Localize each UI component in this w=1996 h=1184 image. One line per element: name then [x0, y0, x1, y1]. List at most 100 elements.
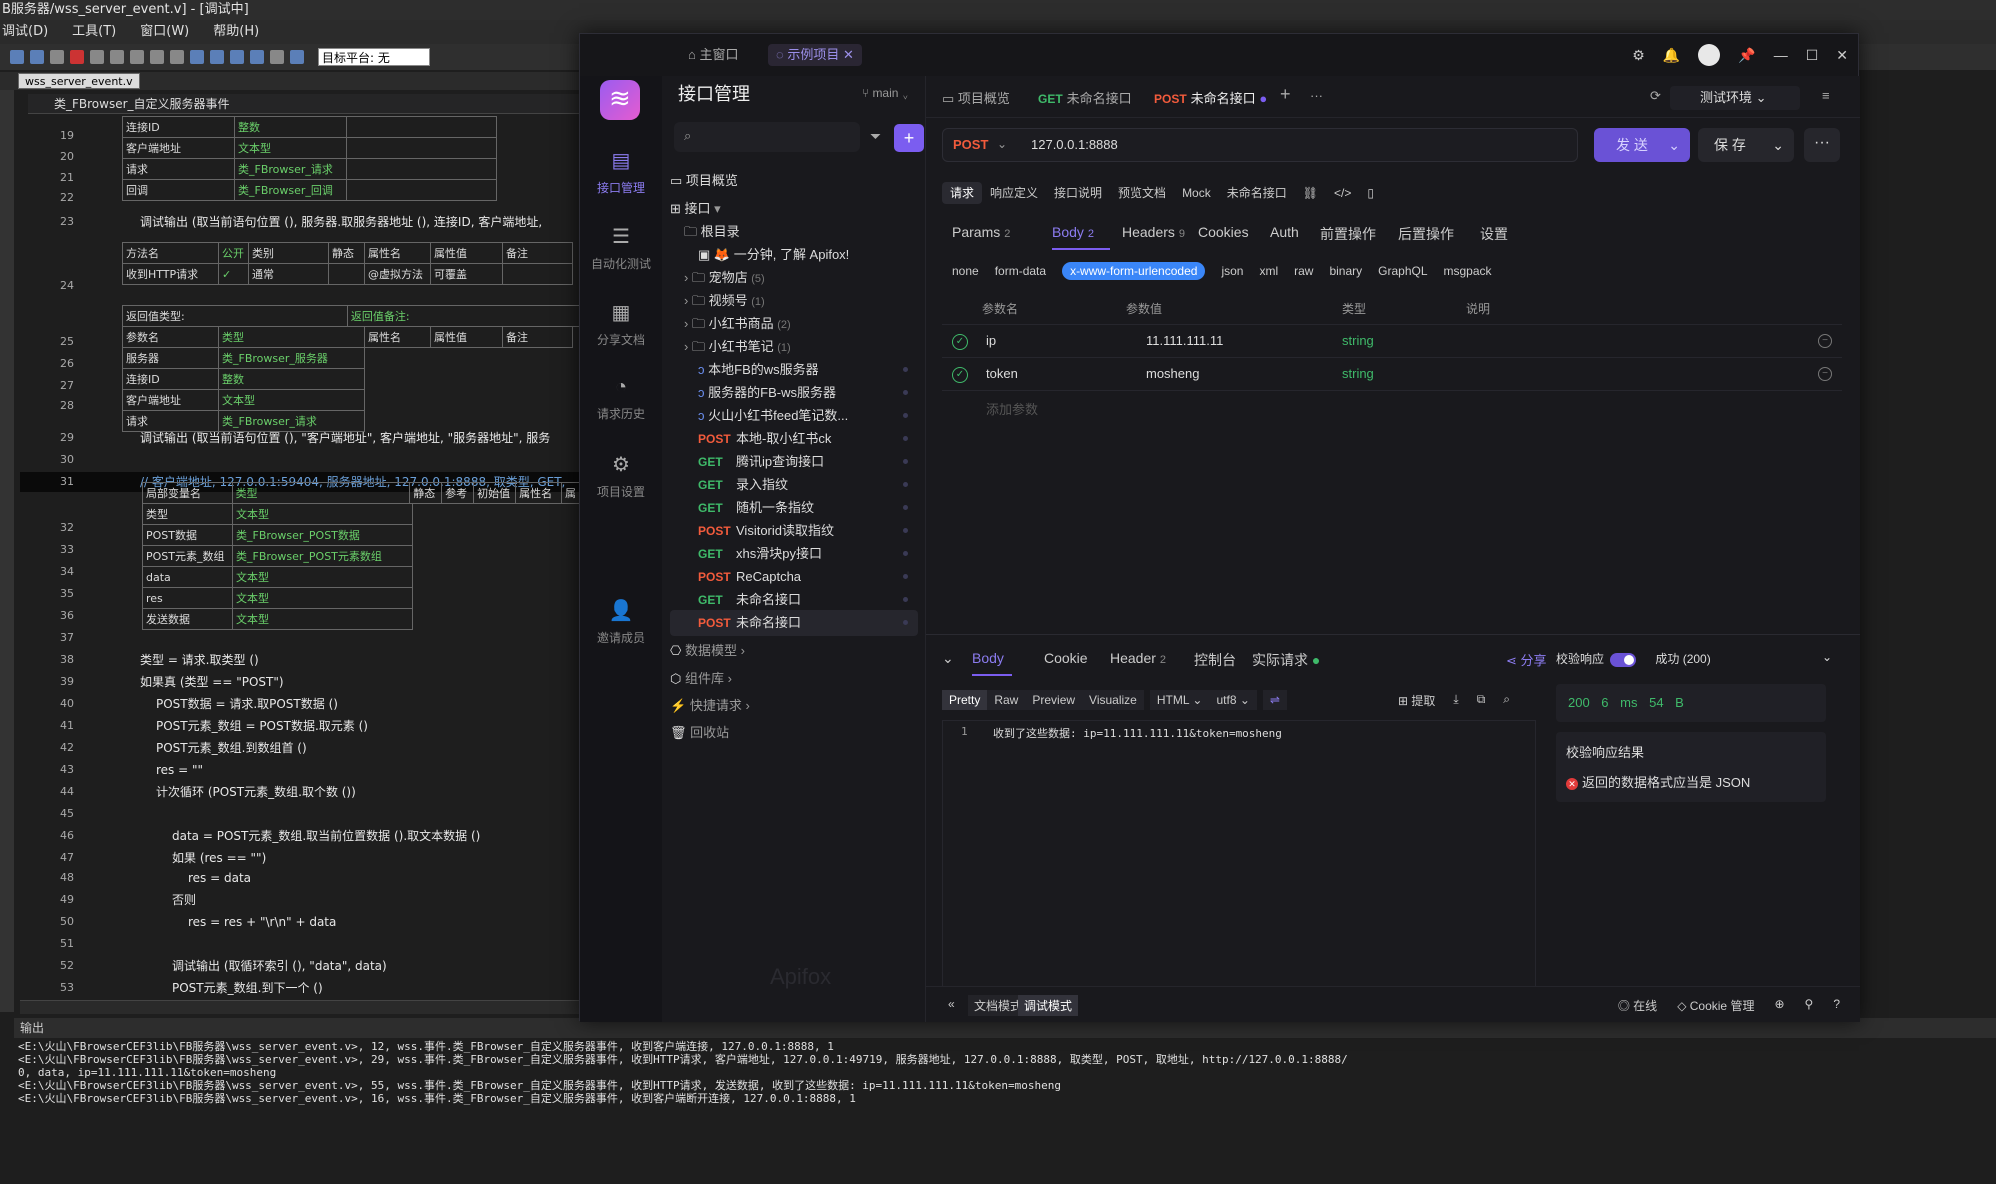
- horizontal-scrollbar[interactable]: [20, 1000, 580, 1014]
- code-text[interactable]: POST数据 = 请求.取POST数据 (): [156, 694, 338, 714]
- toolbar-icon[interactable]: [210, 50, 224, 64]
- code-text[interactable]: 否则: [172, 890, 196, 910]
- send-button[interactable]: 发 送 ⌄: [1594, 128, 1690, 162]
- table-cell[interactable]: [346, 137, 497, 159]
- response-tab[interactable]: Header 2: [1110, 650, 1166, 666]
- wrap-icon[interactable]: ⇌: [1262, 690, 1287, 710]
- code-text[interactable]: 调试输出 (取当前语句位置 (), 服务器.取服务器地址 (), 连接ID, 客…: [140, 212, 542, 232]
- branch-select[interactable]: ⑂ main ⌄: [862, 86, 909, 100]
- body-type-option[interactable]: raw: [1294, 264, 1313, 278]
- doc-tab-post[interactable]: POST 未命名接口 ●: [1154, 88, 1267, 107]
- table-cell[interactable]: 请求: [122, 410, 219, 432]
- copy-icon[interactable]: ⧉: [1477, 692, 1486, 709]
- method-select[interactable]: POST: [953, 137, 988, 152]
- subtab-response-def[interactable]: 响应定义: [982, 182, 1046, 204]
- body-type-option[interactable]: json: [1221, 264, 1243, 278]
- code-text[interactable]: 如果 (res == ""): [172, 848, 266, 868]
- toolbar-icon[interactable]: [190, 50, 204, 64]
- table-cell[interactable]: 类型: [218, 326, 365, 348]
- sidebar-item-recycle[interactable]: 🗑 回收站: [670, 720, 918, 746]
- more-tabs-icon[interactable]: ···: [1310, 88, 1323, 103]
- body-type-option[interactable]: x-www-form-urlencoded: [1062, 262, 1206, 280]
- filter-icon[interactable]: ⏷: [870, 128, 881, 145]
- table-row[interactable]: 参数名 类型 属性名 属性值 备注: [122, 326, 573, 348]
- table-row[interactable]: ✓ token mosheng string −: [942, 357, 1842, 390]
- settings-icon[interactable]: ⚙: [1632, 47, 1645, 64]
- table-cell[interactable]: 属性名: [515, 482, 562, 504]
- nav-invite[interactable]: 👤 邀请成员: [580, 598, 662, 646]
- table-cell[interactable]: 备注: [502, 242, 573, 264]
- toolbar-icon[interactable]: [230, 50, 244, 64]
- table-cell[interactable]: 返回值类型:: [122, 305, 348, 327]
- table-cell[interactable]: 服务器: [122, 347, 219, 369]
- table-row[interactable]: 请求 类_FBrowser_请求: [122, 410, 365, 432]
- response-tab[interactable]: 控制台: [1194, 650, 1236, 670]
- toolbar-icon[interactable]: [290, 50, 304, 64]
- table-cell[interactable]: [328, 263, 365, 285]
- response-tab[interactable]: Cookie: [1044, 650, 1088, 666]
- param-tab[interactable]: 前置操作: [1320, 224, 1380, 244]
- body-type-option[interactable]: xml: [1259, 264, 1278, 278]
- sidebar-search-input[interactable]: ⌕: [674, 122, 860, 152]
- table-cell[interactable]: 属性值: [430, 326, 503, 348]
- table-row[interactable]: 连接ID 整数: [122, 116, 497, 138]
- table-row-add[interactable]: 添加参数: [942, 390, 1842, 423]
- table-cell[interactable]: 类型: [142, 503, 233, 525]
- table-cell[interactable]: 文本型: [232, 587, 413, 609]
- sidebar-item-data-model[interactable]: ⎔ 数据模型 ›: [670, 638, 918, 664]
- nav-project-settings[interactable]: ⚙ 项目设置: [580, 452, 662, 500]
- table-row[interactable]: data 文本型: [142, 566, 413, 588]
- search-icon[interactable]: ⌕: [1503, 692, 1510, 709]
- table-cell[interactable]: 类_FBrowser_请求: [218, 410, 365, 432]
- param-tab[interactable]: Cookies: [1198, 224, 1253, 240]
- nav-history[interactable]: ◔ 请求历史: [580, 376, 662, 422]
- code-line[interactable]: 41 POST元素_数组 = POST数据.取元素 (): [20, 716, 580, 736]
- nav-api-management[interactable]: ▤ 接口管理: [580, 148, 662, 196]
- table-cell[interactable]: 文本型: [232, 608, 413, 630]
- check-icon[interactable]: ✓: [952, 334, 968, 350]
- table-row[interactable]: 方法名 公开 类别 静态 属性名 属性值 备注: [122, 242, 573, 264]
- table-cell[interactable]: 局部变量名: [142, 482, 233, 504]
- download-icon[interactable]: ⤓: [1453, 692, 1458, 709]
- code-line[interactable]: 40 POST数据 = 请求.取POST数据 (): [20, 694, 580, 714]
- table-cell[interactable]: 发送数据: [142, 608, 233, 630]
- tab-home[interactable]: ⌂ 主窗口: [680, 44, 746, 66]
- table-cell[interactable]: @虚拟方法: [364, 263, 431, 285]
- body-type-option[interactable]: binary: [1329, 264, 1362, 278]
- code-line[interactable]: 44 计次循环 (POST元素_数组.取个数 ()): [20, 782, 580, 802]
- table-cell[interactable]: 客户端地址: [122, 389, 219, 411]
- table-cell[interactable]: 连接ID: [122, 116, 235, 138]
- table-cell[interactable]: 属: [560, 482, 580, 504]
- table-cell[interactable]: 方法名: [122, 242, 219, 264]
- table-cell[interactable]: 备注: [502, 326, 573, 348]
- code-text[interactable]: POST元素_数组 = POST数据.取元素 (): [156, 716, 368, 736]
- help-icon[interactable]: [30, 50, 44, 64]
- param-tab[interactable]: Auth: [1270, 224, 1303, 240]
- table-row[interactable]: POST数据 类_FBrowser_POST数据: [142, 524, 413, 546]
- code-line[interactable]: 45: [20, 804, 580, 824]
- table-cell[interactable]: data: [142, 566, 233, 588]
- table-cell[interactable]: 返回值备注:: [346, 305, 580, 327]
- cookie-manager[interactable]: ◇ Cookie 管理: [1677, 997, 1754, 1014]
- code-line[interactable]: 50 res = res + "\r\n" + data: [20, 912, 580, 932]
- table-cell[interactable]: POST元素_数组: [142, 545, 233, 567]
- code-line[interactable]: 48 res = data: [20, 868, 580, 888]
- menu-help[interactable]: 帮助(H): [213, 20, 259, 44]
- code-text[interactable]: res = data: [188, 868, 251, 888]
- add-param-placeholder[interactable]: 添加参数: [986, 399, 1038, 418]
- code-line[interactable]: 23 调试输出 (取当前语句位置 (), 服务器.取服务器地址 (), 连接ID,…: [20, 212, 580, 232]
- link-icon[interactable]: ⛓: [1295, 182, 1326, 204]
- table-cell[interactable]: 可覆盖: [430, 263, 503, 285]
- toolbar-icon[interactable]: [250, 50, 264, 64]
- environment-select[interactable]: 测试环境 ⌄: [1670, 86, 1800, 110]
- table-row[interactable]: 回调 类_FBrowser_回调: [122, 179, 497, 201]
- code-text[interactable]: POST元素_数组.到数组首 (): [156, 738, 307, 758]
- code-line[interactable]: 47 如果 (res == ""): [20, 848, 580, 868]
- param-type[interactable]: string: [1342, 333, 1374, 348]
- sidebar-item-overview[interactable]: ▭ 项目概览: [670, 168, 918, 194]
- menu-debug[interactable]: 调试(D): [2, 20, 48, 44]
- table-cell[interactable]: 静态: [328, 242, 365, 264]
- param-name[interactable]: ip: [986, 333, 996, 348]
- new-tab-icon[interactable]: +: [1280, 84, 1291, 105]
- nav-auto-test[interactable]: ☰ 自动化测试: [580, 224, 662, 272]
